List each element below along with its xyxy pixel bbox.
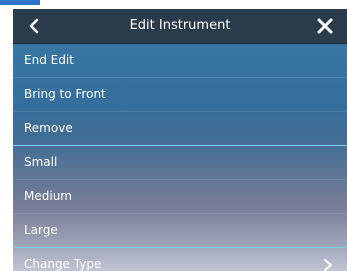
menu-item-label: Medium xyxy=(24,189,72,203)
top-strip xyxy=(0,0,347,7)
menu-item-change-type[interactable]: Change Type xyxy=(13,248,347,271)
close-button[interactable] xyxy=(313,14,337,38)
chevron-right-icon xyxy=(324,259,332,271)
menu-item-remove[interactable]: Remove xyxy=(13,112,347,146)
menu-item-label: Remove xyxy=(24,121,73,135)
menu-item-bring-to-front[interactable]: Bring to Front xyxy=(13,78,347,112)
panel-header: Edit Instrument xyxy=(13,9,347,44)
menu-item-end-edit[interactable]: End Edit xyxy=(13,44,347,78)
menu-list: End Edit Bring to Front Remove Small Med… xyxy=(13,44,347,271)
menu-item-large[interactable]: Large xyxy=(13,214,347,248)
menu-item-label: End Edit xyxy=(24,53,74,67)
edit-instrument-panel: Edit Instrument End Edit Bring to Front … xyxy=(13,9,347,271)
menu-item-small[interactable]: Small xyxy=(13,146,347,180)
menu-item-medium[interactable]: Medium xyxy=(13,180,347,214)
menu-item-label: Bring to Front xyxy=(24,87,106,101)
panel-title: Edit Instrument xyxy=(129,18,231,33)
menu-item-label: Small xyxy=(24,155,58,169)
top-accent-bar xyxy=(0,0,40,5)
close-icon xyxy=(317,18,333,34)
menu-item-label: Large xyxy=(24,223,58,237)
menu-item-label: Change Type xyxy=(24,257,102,271)
